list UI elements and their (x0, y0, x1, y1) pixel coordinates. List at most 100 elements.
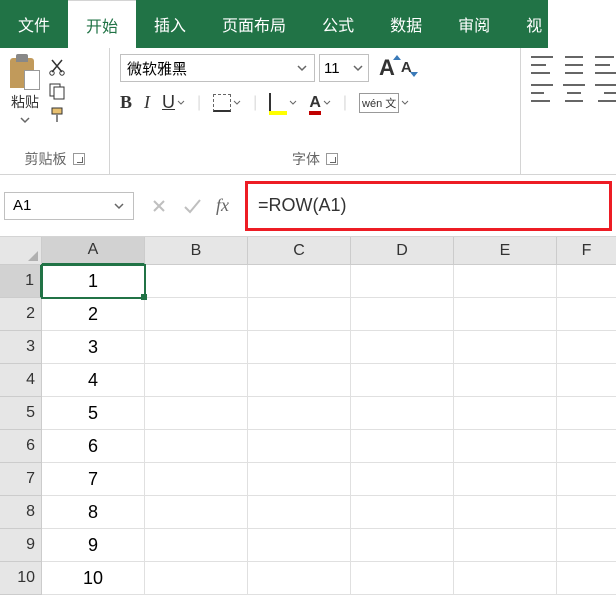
chevron-down-icon[interactable] (113, 200, 125, 212)
cell[interactable] (145, 496, 248, 529)
cell[interactable] (557, 496, 616, 529)
font-dialog-launcher-icon[interactable] (326, 153, 338, 165)
cell[interactable] (145, 298, 248, 331)
cell[interactable] (454, 331, 557, 364)
select-all-corner[interactable] (0, 237, 42, 265)
cell[interactable] (145, 562, 248, 595)
cell[interactable] (557, 265, 616, 298)
cell[interactable] (351, 397, 454, 430)
phonetic-button[interactable]: wén 文 (359, 93, 409, 113)
cancel-formula-icon[interactable] (150, 197, 168, 215)
align-right-icon[interactable] (595, 84, 616, 102)
cell[interactable] (351, 430, 454, 463)
cell[interactable] (145, 463, 248, 496)
border-button[interactable] (213, 94, 241, 112)
cell[interactable] (557, 298, 616, 331)
row-header[interactable]: 10 (0, 562, 42, 595)
cell[interactable] (351, 298, 454, 331)
cell[interactable] (145, 364, 248, 397)
font-family-select[interactable]: 微软雅黑 (120, 54, 315, 82)
cell[interactable] (557, 463, 616, 496)
cell[interactable] (454, 463, 557, 496)
clipboard-dialog-launcher-icon[interactable] (73, 153, 85, 165)
cell[interactable] (351, 265, 454, 298)
chevron-down-icon[interactable] (296, 62, 308, 74)
enter-formula-icon[interactable] (182, 197, 202, 215)
col-header[interactable]: E (454, 237, 557, 265)
row-header[interactable]: 3 (0, 331, 42, 364)
cell[interactable] (145, 397, 248, 430)
cell[interactable] (145, 430, 248, 463)
row-header[interactable]: 6 (0, 430, 42, 463)
col-header[interactable]: B (145, 237, 248, 265)
cell[interactable] (145, 331, 248, 364)
cell[interactable] (351, 331, 454, 364)
row-header[interactable]: 4 (0, 364, 42, 397)
tab-file[interactable]: 文件 (0, 0, 68, 48)
tab-data[interactable]: 数据 (372, 0, 440, 48)
format-painter-icon[interactable] (48, 106, 66, 124)
col-header[interactable]: F (557, 237, 616, 265)
font-size-select[interactable]: 11 (319, 54, 369, 82)
align-top-icon[interactable] (531, 56, 553, 74)
cell[interactable] (454, 364, 557, 397)
cell[interactable] (248, 397, 351, 430)
cell[interactable] (351, 364, 454, 397)
align-middle-icon[interactable] (563, 56, 585, 74)
col-header[interactable]: C (248, 237, 351, 265)
cell[interactable]: 6 (42, 430, 145, 463)
cell[interactable] (248, 298, 351, 331)
cell[interactable] (557, 364, 616, 397)
cell[interactable] (454, 496, 557, 529)
chevron-down-icon[interactable] (352, 62, 364, 74)
cell[interactable] (351, 562, 454, 595)
copy-icon[interactable] (48, 82, 66, 100)
chevron-down-icon[interactable] (19, 114, 31, 126)
cell[interactable]: 2 (42, 298, 145, 331)
cell[interactable] (454, 562, 557, 595)
cell[interactable]: 3 (42, 331, 145, 364)
cell[interactable] (557, 430, 616, 463)
paste-icon[interactable] (10, 54, 40, 90)
row-header[interactable]: 2 (0, 298, 42, 331)
fill-color-button[interactable] (269, 94, 297, 112)
name-box[interactable]: A1 (4, 192, 134, 220)
bold-button[interactable]: B (120, 92, 132, 113)
row-header[interactable]: 7 (0, 463, 42, 496)
row-header[interactable]: 5 (0, 397, 42, 430)
cell[interactable] (248, 265, 351, 298)
tab-view[interactable]: 视 (508, 0, 548, 48)
cell[interactable] (145, 529, 248, 562)
cell[interactable] (248, 463, 351, 496)
cell[interactable]: 9 (42, 529, 145, 562)
row-header[interactable]: 8 (0, 496, 42, 529)
font-color-button[interactable]: A (309, 94, 331, 112)
paste-button[interactable]: 粘贴 (11, 92, 39, 112)
col-header[interactable]: A (42, 237, 145, 265)
cell[interactable] (454, 529, 557, 562)
cell[interactable] (248, 562, 351, 595)
cut-icon[interactable] (48, 58, 66, 76)
row-header[interactable]: 1 (0, 265, 42, 298)
cell[interactable] (557, 397, 616, 430)
tab-insert[interactable]: 插入 (136, 0, 204, 48)
cell[interactable] (454, 397, 557, 430)
tab-start[interactable]: 开始 (68, 0, 136, 48)
cell[interactable] (454, 298, 557, 331)
tab-formula[interactable]: 公式 (304, 0, 372, 48)
align-bottom-icon[interactable] (595, 56, 616, 74)
tab-review[interactable]: 审阅 (440, 0, 508, 48)
cell[interactable] (557, 331, 616, 364)
cell[interactable] (248, 331, 351, 364)
cell[interactable] (454, 265, 557, 298)
row-header[interactable]: 9 (0, 529, 42, 562)
cell[interactable] (248, 364, 351, 397)
cell[interactable]: 5 (42, 397, 145, 430)
cell[interactable] (351, 529, 454, 562)
align-center-icon[interactable] (563, 84, 585, 102)
cell[interactable] (248, 430, 351, 463)
cell[interactable] (248, 496, 351, 529)
increase-font-icon[interactable]: A (379, 55, 395, 81)
cell[interactable]: 7 (42, 463, 145, 496)
cell[interactable]: 10 (42, 562, 145, 595)
